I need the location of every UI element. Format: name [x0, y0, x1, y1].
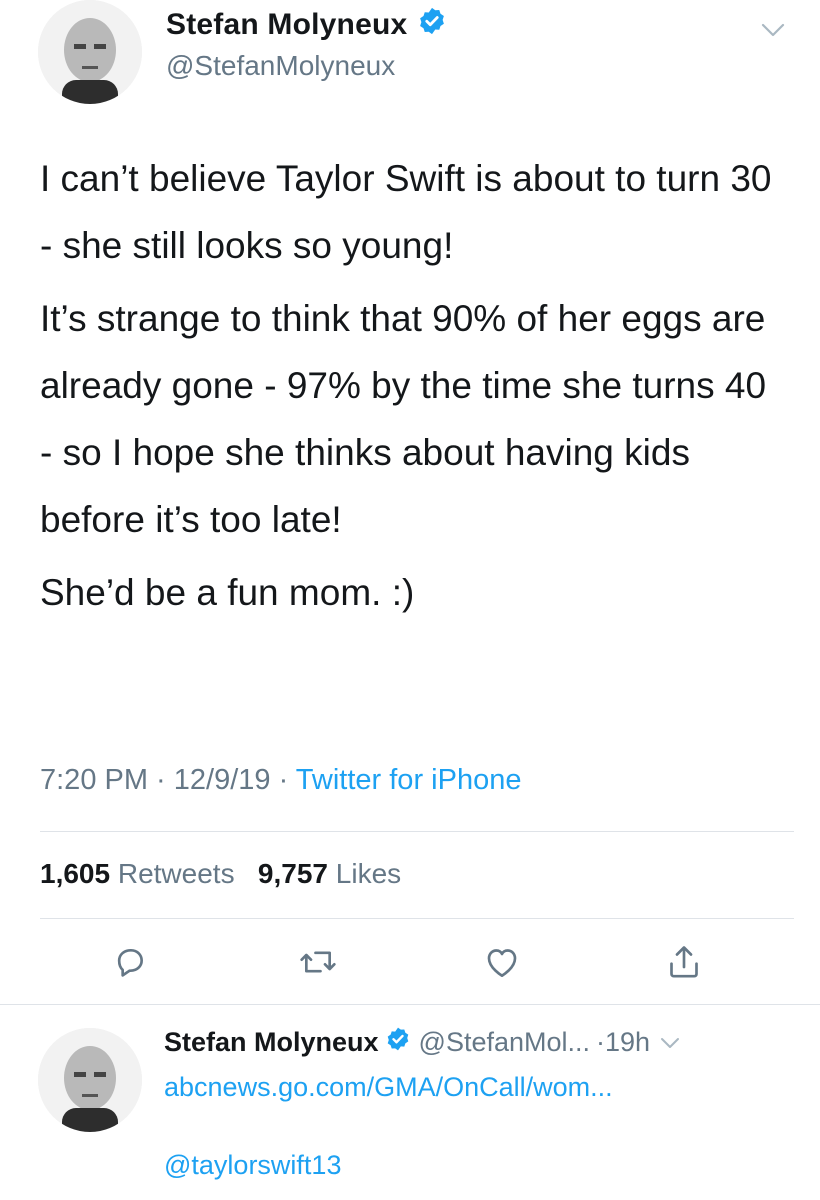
likes-label: Likes [335, 858, 402, 889]
author-name[interactable]: Stefan Molyneux [166, 8, 407, 42]
divider [0, 1004, 820, 1005]
tweet-source-link[interactable]: Twitter for iPhone [296, 764, 522, 796]
verified-badge-icon [417, 6, 447, 44]
author-avatar[interactable] [38, 0, 142, 104]
tweet-text: I can’t believe Taylor Swift is about to… [40, 145, 785, 632]
retweet-button[interactable] [296, 940, 340, 984]
chevron-down-icon[interactable] [660, 1036, 680, 1050]
divider [40, 918, 794, 919]
author-name-row[interactable]: Stefan Molyneux [166, 6, 447, 44]
author-handle[interactable]: @StefanMolyneux [166, 50, 395, 82]
reply-author-handle[interactable]: @StefanMol... [419, 1027, 590, 1058]
share-button[interactable] [662, 940, 706, 984]
reply-mention[interactable]: @taylorswift13 [164, 1150, 341, 1181]
chevron-down-icon[interactable] [760, 20, 786, 40]
reply-header: Stefan Molyneux @StefanMol... ·19h [164, 1026, 794, 1059]
tweet-time: 7:20 PM [40, 764, 148, 796]
retweet-icon [300, 951, 336, 973]
heart-icon [487, 949, 517, 977]
retweets-label: Retweets [117, 858, 235, 889]
reply-link[interactable]: abcnews.go.com/GMA/OnCall/wom... [164, 1072, 613, 1103]
tweet-stats: 1,605 Retweets 9,757 Likes [40, 858, 401, 890]
tweet-paragraph: I can’t believe Taylor Swift is about to… [40, 158, 772, 266]
retweets-count: 1,605 [40, 858, 111, 889]
tweet-meta: 7:20 PM · 12/9/19 · Twitter for iPhone [40, 764, 521, 797]
retweets-stat[interactable]: 1,605 Retweets [40, 858, 235, 889]
reply-author-name[interactable]: Stefan Molyneux [164, 1027, 379, 1058]
reply-author-avatar[interactable] [38, 1028, 142, 1132]
meta-separator: · [148, 764, 174, 796]
tweet-paragraph: It’s strange to think that 90% of her eg… [40, 298, 767, 540]
meta-separator: · [270, 764, 296, 796]
likes-count: 9,757 [257, 858, 328, 889]
like-button[interactable] [480, 940, 524, 984]
share-icon [670, 946, 698, 978]
reply-button[interactable] [108, 940, 152, 984]
reply-timestamp[interactable]: ·19h [596, 1027, 650, 1058]
verified-badge-icon [385, 1026, 411, 1059]
tweet-paragraph: She’d be a fun mom. :) [40, 572, 415, 613]
likes-stat[interactable]: 9,757 Likes [258, 858, 401, 889]
divider [40, 831, 794, 832]
tweet-date: 12/9/19 [173, 764, 271, 796]
reply-icon [117, 949, 143, 977]
